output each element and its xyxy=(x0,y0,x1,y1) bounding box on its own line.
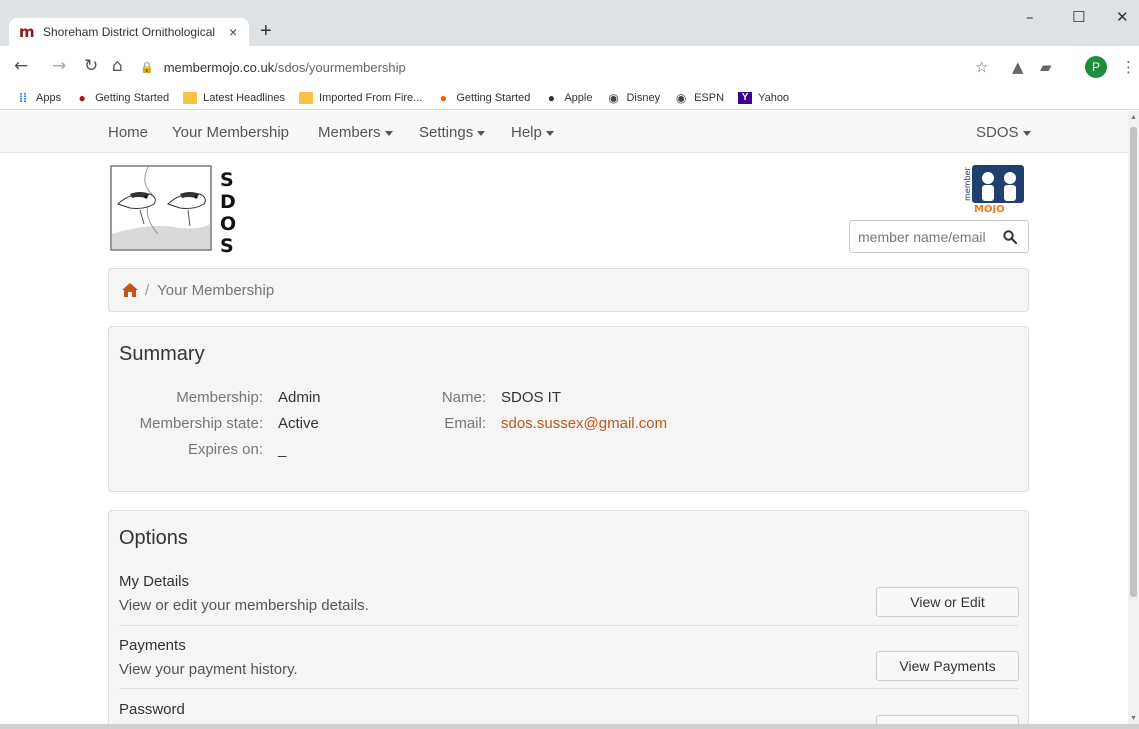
options-title: Options xyxy=(119,527,188,549)
extension-drive-icon[interactable]: ▲ xyxy=(1012,58,1024,76)
email-link[interactable]: sdos.sussex@gmail.com xyxy=(501,415,667,432)
address-bar[interactable]: 🔒 membermojo.co.uk/sdos/yourmembership xyxy=(140,55,1010,79)
browser-tab[interactable]: m Shoreham District Ornithological × xyxy=(9,18,249,46)
nav-org-menu[interactable]: SDOS xyxy=(976,124,1031,141)
red-leaf-icon: ● xyxy=(78,90,86,105)
bookmark-imported-from-firefox[interactable]: Imported From Fire... xyxy=(299,91,422,104)
breadcrumb-current: Your Membership xyxy=(157,281,275,299)
membership-value: Admin xyxy=(278,389,321,406)
option-divider xyxy=(119,688,1018,689)
logo-letter: S xyxy=(220,169,234,191)
home-icon[interactable] xyxy=(121,282,139,298)
bookmark-getting-started[interactable]: ● Getting Started xyxy=(75,92,169,104)
globe-icon: ◉ xyxy=(608,90,619,105)
bookmark-yahoo[interactable]: Y Yahoo xyxy=(738,91,789,104)
logo-letter: S xyxy=(220,235,234,254)
forward-arrow-icon[interactable]: → xyxy=(52,56,66,76)
option-password-title: Password xyxy=(119,701,185,718)
logo-mojo-text: MOJO xyxy=(974,204,1005,213)
name-label: Name: xyxy=(441,389,486,406)
minimize-icon[interactable]: – xyxy=(1026,8,1034,26)
tab-close-icon[interactable]: × xyxy=(229,24,237,40)
logo-letter: O xyxy=(220,213,236,235)
site-navbar: Home Your Membership Members Settings He… xyxy=(0,111,1128,153)
taskbar-edge xyxy=(0,724,1139,729)
extension-flag-icon[interactable]: ▰ xyxy=(1040,58,1052,76)
url-text: membermojo.co.uk/sdos/yourmembership xyxy=(163,59,406,75)
tab-title: Shoreham District Ornithological xyxy=(43,25,216,39)
bookmarks-bar: ⁞⁞ Apps ● Getting Started Latest Headlines… xyxy=(0,86,1139,110)
page-scrollbar[interactable]: ▲ ▼ xyxy=(1128,111,1139,729)
bookmark-espn[interactable]: ◉ ESPN xyxy=(674,92,724,104)
folder-icon xyxy=(299,91,314,104)
bookmark-disney[interactable]: ◉ Disney xyxy=(606,92,660,104)
scroll-up-icon[interactable]: ▲ xyxy=(1130,114,1137,121)
membership-state-label: Membership state: xyxy=(139,415,263,432)
option-payments-desc: View your payment history. xyxy=(119,661,298,678)
logo-letter: D xyxy=(220,191,236,213)
reload-icon[interactable]: ↻ xyxy=(84,56,98,76)
membership-label: Membership: xyxy=(176,389,263,406)
nav-home[interactable]: Home xyxy=(108,124,148,141)
expires-on-value: _ xyxy=(278,441,287,458)
bookmark-apple[interactable]: ● Apple xyxy=(544,90,593,105)
member-search-input[interactable] xyxy=(850,228,1000,245)
breadcrumb: / Your Membership xyxy=(108,268,1029,312)
option-payments-title: Payments xyxy=(119,637,186,654)
summary-panel: Summary Membership: Admin Membership sta… xyxy=(108,326,1029,492)
maximize-icon[interactable]: ☐ xyxy=(1072,8,1085,26)
bookmark-apps[interactable]: ⁞⁞ Apps xyxy=(16,92,61,104)
globe-icon: ◉ xyxy=(675,90,687,105)
bookmark-star-icon[interactable]: ☆ xyxy=(975,58,988,76)
member-search xyxy=(849,220,1029,253)
yahoo-icon: Y xyxy=(738,91,753,104)
home-browser-icon[interactable]: ⌂ xyxy=(112,56,123,76)
caret-down-icon xyxy=(1022,130,1031,136)
bookmark-latest-headlines[interactable]: Latest Headlines xyxy=(183,91,285,104)
nav-members[interactable]: Members xyxy=(318,124,393,141)
logo-member-text: member xyxy=(963,166,972,201)
summary-title: Summary xyxy=(119,343,205,365)
view-or-edit-button[interactable]: View or Edit xyxy=(876,587,1019,617)
caret-down-icon xyxy=(477,130,486,136)
lock-icon: 🔒 xyxy=(140,61,154,74)
expires-on-label: Expires on: xyxy=(187,441,263,458)
view-payments-button[interactable]: View Payments xyxy=(876,651,1019,681)
back-arrow-icon[interactable]: ← xyxy=(14,56,28,76)
option-divider xyxy=(119,625,1018,626)
option-my-details-desc: View or edit your membership details. xyxy=(119,597,369,614)
apple-icon: ● xyxy=(547,90,555,105)
nav-help[interactable]: Help xyxy=(511,124,554,141)
email-label: Email: xyxy=(444,415,486,432)
caret-down-icon xyxy=(545,130,554,136)
page-viewport: Home Your Membership Members Settings He… xyxy=(0,111,1128,729)
scrollbar-thumb[interactable] xyxy=(1130,127,1137,597)
membership-state-value: Active xyxy=(278,415,319,432)
close-window-icon[interactable]: ✕ xyxy=(1116,8,1129,26)
nav-settings[interactable]: Settings xyxy=(419,124,486,141)
menu-kebab-icon[interactable]: ⋮ xyxy=(1121,58,1136,76)
name-value: SDOS IT xyxy=(501,389,562,406)
firefox-icon: ● xyxy=(439,90,447,105)
profile-avatar[interactable]: P xyxy=(1085,56,1107,78)
apps-grid-icon: ⁞⁞ xyxy=(19,90,27,105)
options-panel: Options My Details View or edit your mem… xyxy=(108,510,1029,729)
sdos-logo[interactable]: S D O S xyxy=(110,164,240,254)
option-my-details-title: My Details xyxy=(119,573,190,590)
bookmark-getting-started-firefox[interactable]: ● Getting Started xyxy=(436,90,531,105)
caret-down-icon xyxy=(384,130,393,136)
search-icon[interactable] xyxy=(1003,229,1017,244)
nav-your-membership[interactable]: Your Membership xyxy=(172,124,289,141)
new-tab-button[interactable]: + xyxy=(260,19,272,43)
browser-toolbar: ← → ↻ ⌂ 🔒 membermojo.co.uk/sdos/yourmemb… xyxy=(0,46,1139,88)
breadcrumb-separator: / xyxy=(145,281,150,299)
browser-tab-strip: m Shoreham District Ornithological × + –… xyxy=(0,0,1139,46)
scroll-down-icon[interactable]: ▼ xyxy=(1130,715,1137,722)
folder-icon xyxy=(183,91,198,104)
membermojo-logo[interactable]: member MOJO xyxy=(960,161,1028,213)
membermojo-favicon-icon: m xyxy=(19,23,35,41)
